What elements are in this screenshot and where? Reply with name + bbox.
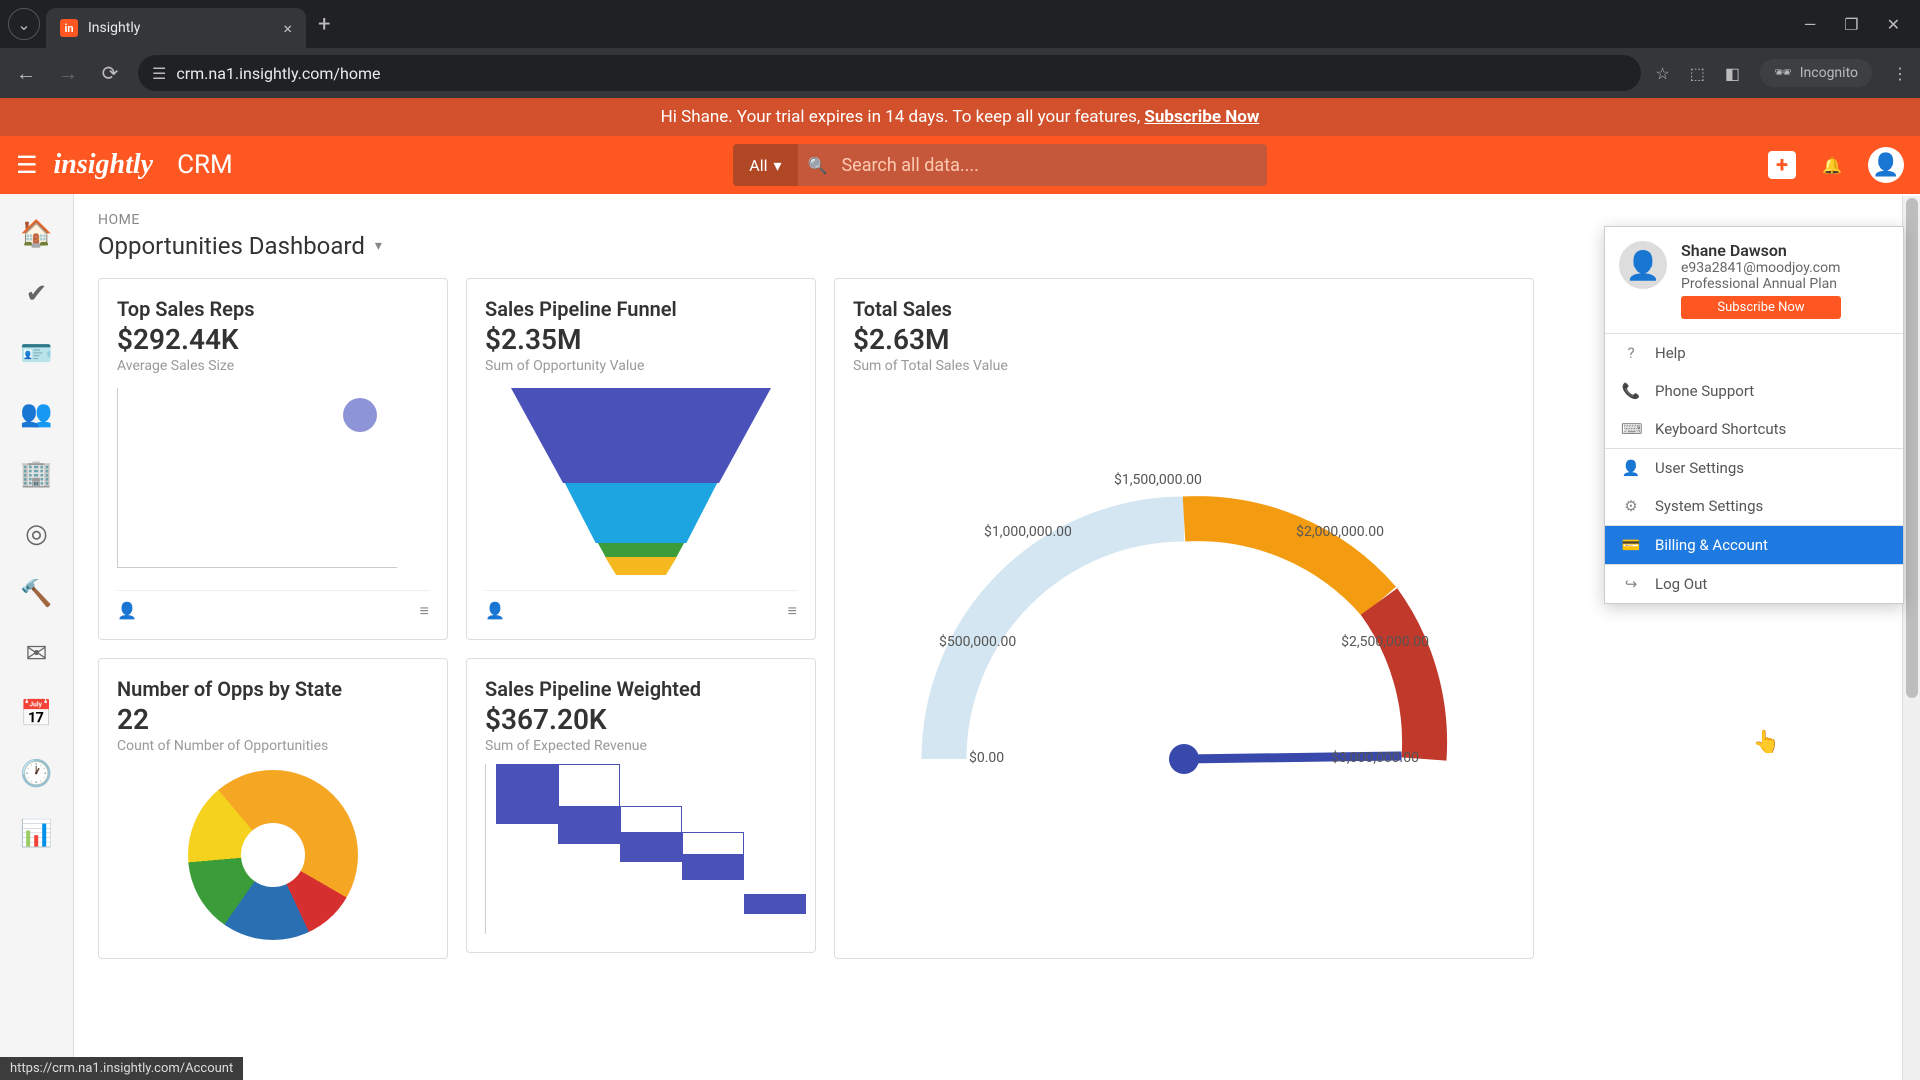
incognito-badge[interactable]: 🕶 Incognito <box>1760 59 1872 87</box>
app-header: ☰ insightly CRM All▾ 🔍 + 🔔 👤 <box>0 136 1920 194</box>
menu-icon[interactable]: ⋮ <box>1892 64 1908 83</box>
chevron-down-icon: ▾ <box>774 156 782 175</box>
close-icon[interactable]: × <box>283 19 292 38</box>
menu-item-user-settings[interactable]: 👤User Settings <box>1605 449 1903 487</box>
status-bar: https://crm.na1.insightly.com/Account <box>0 1057 243 1080</box>
scatter-chart <box>117 388 397 568</box>
add-button[interactable]: + <box>1768 151 1796 179</box>
user-icon[interactable]: 👤 <box>485 601 505 621</box>
incognito-icon: 🕶 <box>1774 65 1792 81</box>
reload-button[interactable]: ⟳ <box>96 61 124 85</box>
scrollbar[interactable] <box>1902 196 1920 1080</box>
card-icon: 💳 <box>1621 536 1641 554</box>
favicon-icon: in <box>60 19 78 37</box>
address-bar[interactable]: ☰ crm.na1.insightly.com/home <box>138 55 1641 91</box>
trial-banner: Hi Shane. Your trial expires in 14 days.… <box>0 98 1920 136</box>
sidebar-item-calendar[interactable]: 📅 <box>0 684 73 744</box>
back-button[interactable]: ← <box>12 61 40 86</box>
sidebar-item-opportunities[interactable]: ◎ <box>0 504 73 564</box>
sidebar-item-reports[interactable]: 📊 <box>0 804 73 864</box>
forward-button[interactable]: → <box>54 61 82 86</box>
sidebar-item-orgs[interactable]: 🏢 <box>0 444 73 504</box>
menu-item-billing[interactable]: 💳Billing & Account <box>1605 526 1903 564</box>
user-icon: 👤 <box>1621 459 1641 477</box>
subscribe-button[interactable]: Subscribe Now <box>1681 296 1841 319</box>
list-icon[interactable]: ≡ <box>420 601 429 621</box>
tab-list-chevron[interactable]: ⌄ <box>8 8 40 40</box>
help-icon: ? <box>1621 344 1641 362</box>
phone-icon: 📞 <box>1621 382 1641 400</box>
logo: insightly <box>54 149 154 181</box>
sidebar-item-leads[interactable]: 👥 <box>0 384 73 444</box>
sidebar-item-email[interactable]: ✉ <box>0 624 73 684</box>
logout-icon: ↪ <box>1621 575 1641 593</box>
sidepanel-icon[interactable]: ◧ <box>1725 64 1740 83</box>
profile-menu: 👤 Shane Dawson e93a2841@moodjoy.com Prof… <box>1604 226 1904 604</box>
avatar: 👤 <box>1619 241 1667 289</box>
sidebar: 🏠 ✔ 🪪 👥 🏢 ◎ 🔨 ✉ 📅 🕐 📊 <box>0 194 74 1080</box>
menu-item-system-settings[interactable]: ⚙System Settings <box>1605 487 1903 525</box>
search-icon: 🔍 <box>808 156 828 175</box>
bookmark-icon[interactable]: ☆ <box>1655 64 1669 83</box>
menu-email: e93a2841@moodjoy.com <box>1681 260 1841 276</box>
data-point <box>343 398 377 432</box>
list-icon[interactable]: ≡ <box>788 601 797 621</box>
bell-icon[interactable]: 🔔 <box>1818 151 1846 179</box>
sidebar-item-time[interactable]: 🕐 <box>0 744 73 804</box>
menu-username: Shane Dawson <box>1681 241 1841 260</box>
close-window-icon[interactable]: ✕ <box>1887 15 1900 34</box>
menu-item-shortcuts[interactable]: ⌨Keyboard Shortcuts <box>1605 410 1903 448</box>
search-scope-dropdown[interactable]: All▾ <box>733 144 797 186</box>
avatar[interactable]: 👤 <box>1868 147 1904 183</box>
sidebar-item-tasks[interactable]: ✔ <box>0 264 73 324</box>
menu-item-help[interactable]: ?Help <box>1605 334 1903 372</box>
gear-icon: ⚙ <box>1621 497 1641 515</box>
card-pipeline-weighted: Sales Pipeline Weighted $367.20K Sum of … <box>466 658 816 953</box>
url-text: crm.na1.insightly.com/home <box>176 64 380 83</box>
card-top-sales-reps: Top Sales Reps $292.44K Average Sales Si… <box>98 278 448 640</box>
sidebar-item-contacts[interactable]: 🪪 <box>0 324 73 384</box>
sidebar-item-projects[interactable]: 🔨 <box>0 564 73 624</box>
waterfall-chart <box>485 764 797 934</box>
subscribe-link[interactable]: Subscribe Now <box>1144 107 1259 127</box>
card-opps-by-state: Number of Opps by State 22 Count of Numb… <box>98 658 448 959</box>
keyboard-icon: ⌨ <box>1621 420 1641 438</box>
product-label: CRM <box>177 150 233 180</box>
user-icon[interactable]: 👤 <box>117 601 137 621</box>
card-total-sales: Total Sales $2.63M Sum of Total Sales Va… <box>834 278 1534 959</box>
hamburger-icon[interactable]: ☰ <box>16 151 38 179</box>
card-pipeline-funnel: Sales Pipeline Funnel $2.35M Sum of Oppo… <box>466 278 816 640</box>
browser-tab[interactable]: in Insightly × <box>46 8 306 48</box>
menu-item-logout[interactable]: ↪Log Out <box>1605 565 1903 603</box>
sidebar-item-home[interactable]: 🏠 <box>0 204 73 264</box>
funnel-chart <box>511 388 771 578</box>
menu-item-phone[interactable]: 📞Phone Support <box>1605 372 1903 410</box>
new-tab-button[interactable]: + <box>318 12 330 37</box>
maximize-icon[interactable]: ❐ <box>1844 15 1858 34</box>
menu-plan: Professional Annual Plan <box>1681 276 1841 292</box>
extensions-icon[interactable]: ⬚ <box>1690 64 1705 83</box>
tab-title: Insightly <box>88 20 273 36</box>
chevron-down-icon: ▾ <box>375 238 382 254</box>
site-settings-icon[interactable]: ☰ <box>152 64 166 83</box>
gauge-chart: $0.00 $500,000.00 $1,000,000.00 $1,500,0… <box>884 394 1484 824</box>
search-input[interactable] <box>827 144 1267 186</box>
donut-chart <box>188 770 358 940</box>
minimize-icon[interactable]: — <box>1804 15 1817 34</box>
